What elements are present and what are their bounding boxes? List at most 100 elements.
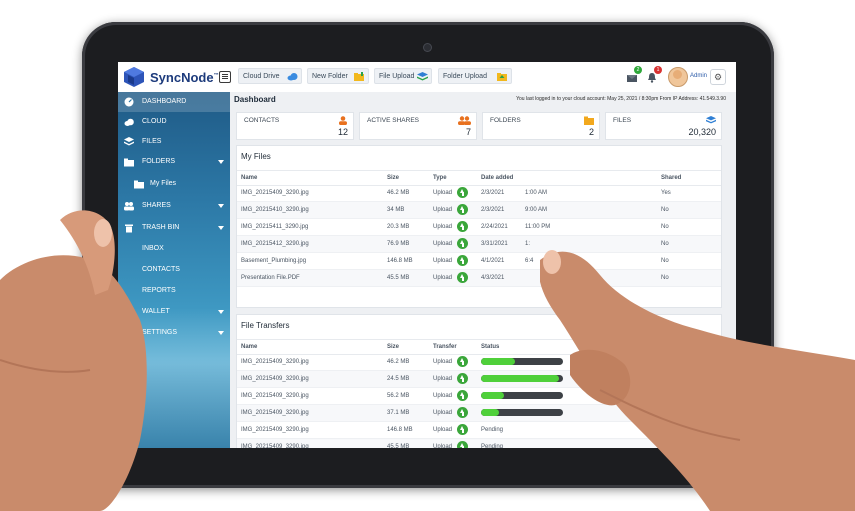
- transfer-type: Upload: [433, 427, 453, 433]
- transfer-file-name[interactable]: IMG_20215409_3290.jpg: [241, 354, 309, 370]
- file-shared: No: [661, 207, 669, 213]
- transfer-type: Upload: [433, 444, 453, 448]
- transfer-size: 146.8 MB: [387, 427, 413, 433]
- file-name[interactable]: IMG_20215409_3290.jpg: [241, 185, 309, 201]
- transfer-status: Pending: [481, 427, 504, 433]
- file-date: 4/1/2021: [481, 258, 505, 264]
- progress-fill: [481, 358, 516, 365]
- file-upload-label: File Upload: [379, 73, 415, 80]
- file-name[interactable]: Presentation File.PDF: [241, 270, 300, 286]
- menu-toggle-button[interactable]: [219, 71, 231, 83]
- file-date: 2/24/2021: [481, 224, 508, 230]
- table-row[interactable]: IMG_20215410_3290.jpg 34 MB Upload 2/3/2021…: [237, 202, 721, 219]
- upload-arrow-icon: [457, 255, 468, 266]
- stat-card-active-shares[interactable]: ACTIVE SHARES 7: [359, 112, 477, 140]
- file-shared: Yes: [661, 190, 671, 196]
- syncnode-logo-icon: [124, 67, 144, 87]
- chevron-down-icon: [218, 331, 224, 335]
- file-type: Upload: [433, 275, 453, 281]
- file-date: 2/3/2021: [481, 190, 505, 196]
- inbox-count-badge: 2: [634, 66, 642, 74]
- sidebar-item-my-files[interactable]: My Files: [118, 174, 230, 194]
- file-name[interactable]: IMG_20215410_3290.jpg: [241, 202, 309, 218]
- chevron-down-icon: [218, 204, 224, 208]
- file-size: 146.8 MB: [387, 258, 413, 264]
- transfer-type: Upload: [433, 393, 453, 399]
- top-bar: SyncNode™ Cloud Drive New Folder File Up…: [118, 62, 736, 93]
- layers-icon: [124, 137, 134, 146]
- transfer-file-name[interactable]: IMG_20215409_3290.jpg: [241, 405, 309, 421]
- folder-icon: [134, 180, 144, 189]
- sidebar-item-files[interactable]: FILES: [118, 132, 230, 152]
- folder-upload-button[interactable]: Folder Upload: [438, 68, 512, 84]
- transfer-size: 24.5 MB: [387, 376, 410, 382]
- left-hand-image: [0, 210, 147, 511]
- upload-arrow-icon: [457, 221, 468, 232]
- transfer-type: Upload: [433, 359, 453, 365]
- sidebar-item-dashboard[interactable]: DASHBOARD: [118, 92, 230, 112]
- transfer-file-name[interactable]: IMG_20215409_3290.jpg: [241, 439, 309, 448]
- file-type: Upload: [433, 190, 453, 196]
- progress-fill: [481, 409, 500, 416]
- inbox-button[interactable]: 2: [626, 66, 642, 82]
- folder-upload-icon: [497, 73, 507, 81]
- file-type: Upload: [433, 258, 453, 264]
- file-date: 4/3/2021: [481, 275, 505, 281]
- transfer-size: 45.5 MB: [387, 444, 410, 448]
- transfer-file-name[interactable]: IMG_20215409_3290.jpg: [241, 371, 309, 387]
- file-date: 2/3/2021: [481, 207, 505, 213]
- gear-icon[interactable]: ⚙: [710, 69, 726, 85]
- sidebar-item-folders[interactable]: FOLDERS: [118, 152, 230, 172]
- stat-card-folders[interactable]: FOLDERS 2: [482, 112, 600, 140]
- notifications-button[interactable]: 1: [646, 66, 662, 83]
- folder-upload-label: Folder Upload: [443, 73, 487, 80]
- stat-card-files[interactable]: FILES 20,320: [605, 112, 722, 140]
- chevron-down-icon: [218, 160, 224, 164]
- file-name[interactable]: IMG_20215412_3290.jpg: [241, 236, 309, 252]
- upload-arrow-icon: [457, 424, 468, 435]
- file-type: Upload: [433, 241, 453, 247]
- upload-arrow-icon: [457, 407, 468, 418]
- file-time: 6:4: [525, 258, 534, 264]
- progress-fill: [481, 392, 504, 399]
- my-files-header: Name Size Type Date added Shared: [237, 170, 721, 186]
- folder-icon: [124, 158, 134, 167]
- notifications-count-badge: 1: [654, 66, 662, 74]
- dashboard-icon: [124, 97, 134, 107]
- file-size: 76.9 MB: [387, 241, 410, 247]
- file-size: 46.2 MB: [387, 190, 410, 196]
- chevron-down-icon: [218, 226, 224, 230]
- table-row[interactable]: IMG_20215409_3290.jpg 46.2 MB Upload 2/3/20…: [237, 185, 721, 202]
- file-time: 1:: [525, 241, 531, 247]
- file-transfers-title: File Transfers: [241, 321, 290, 330]
- layers-icon: [706, 116, 716, 124]
- transfer-status: Pending: [481, 444, 504, 448]
- cloud-drive-label: Cloud Drive: [243, 73, 280, 80]
- file-name[interactable]: IMG_20215411_3290.jpg: [241, 219, 308, 235]
- transfer-size: 46.2 MB: [387, 359, 410, 365]
- upload-arrow-icon: [457, 187, 468, 198]
- file-size: 45.5 MB: [387, 275, 410, 281]
- cloud-drive-button[interactable]: Cloud Drive: [238, 68, 302, 84]
- table-row[interactable]: IMG_20215411_3290.jpg 20.3 MB Upload 2/24/2…: [237, 219, 721, 236]
- file-size: 20.3 MB: [387, 224, 410, 230]
- cloud-icon: [124, 118, 134, 126]
- right-hand-image: [540, 250, 855, 511]
- file-upload-button[interactable]: File Upload: [374, 68, 432, 84]
- avatar[interactable]: [668, 67, 688, 87]
- upload-arrow-icon: [457, 441, 468, 448]
- stat-card-contacts[interactable]: CONTACTS 12: [236, 112, 354, 140]
- sidebar-item-cloud[interactable]: CLOUD: [118, 112, 230, 132]
- transfer-file-name[interactable]: IMG_20215409_3290.jpg: [241, 388, 309, 404]
- file-name[interactable]: Basement_Plumbing.jpg: [241, 253, 306, 269]
- new-folder-button[interactable]: New Folder: [307, 68, 369, 84]
- people-icon: [458, 116, 471, 125]
- upload-arrow-icon: [457, 356, 468, 367]
- transfer-file-name[interactable]: IMG_20215409_3290.jpg: [241, 422, 309, 438]
- transfer-size: 56.2 MB: [387, 393, 410, 399]
- upload-arrow-icon: [457, 204, 468, 215]
- upload-arrow-icon: [457, 390, 468, 401]
- file-size: 34 MB: [387, 207, 405, 213]
- file-type: Upload: [433, 224, 453, 230]
- user-name[interactable]: Admin: [690, 73, 707, 79]
